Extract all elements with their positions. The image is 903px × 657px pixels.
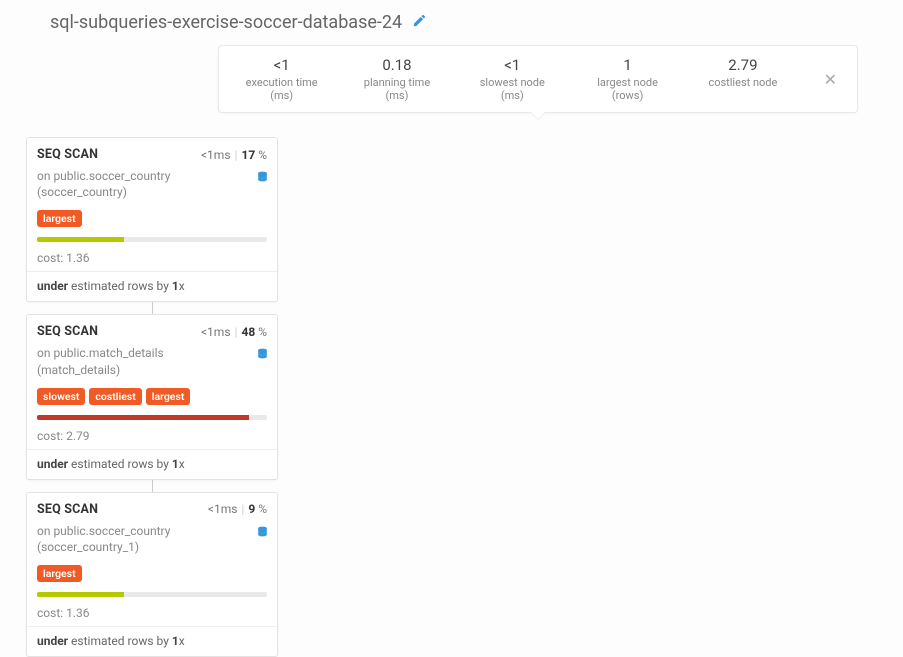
page-title: sql-subqueries-exercise-soccer-database-…	[50, 12, 402, 33]
cost-bar-fill	[37, 237, 124, 242]
cost-bar	[37, 237, 267, 242]
plan-node-card[interactable]: SEQ SCAN <1ms|9 % on public.soccer_country…	[26, 492, 278, 657]
node-body: on public.match_details (match_details)	[27, 343, 277, 385]
tag-largest: largest	[37, 210, 82, 227]
stats-bar: <1 execution time (ms) 0.18 planning tim…	[218, 45, 858, 113]
node-tags: largest	[27, 208, 277, 235]
node-title: SEQ SCAN	[37, 502, 98, 517]
title-row: sql-subqueries-exercise-soccer-database-…	[50, 12, 883, 33]
node-time: <1ms|17 %	[201, 148, 267, 162]
node-connector	[152, 480, 153, 492]
node-tags: slowestcostliest largest	[27, 386, 277, 413]
cost-bar-fill	[37, 592, 124, 597]
cost-row: cost: 1.36	[27, 248, 277, 272]
node-list: SEQ SCAN <1ms|17 % on public.soccer_countr…	[0, 119, 903, 657]
node-head: SEQ SCAN <1ms|17 %	[27, 138, 277, 166]
cost-row: cost: 2.79	[27, 426, 277, 450]
plan-node-card[interactable]: SEQ SCAN <1ms|17 % on public.soccer_countr…	[26, 137, 278, 302]
stat-exec-time[interactable]: <1 execution time (ms)	[239, 56, 324, 102]
node-body: on public.soccer_country (soccer_country…	[27, 521, 277, 563]
node-body: on public.soccer_country (soccer_country…	[27, 166, 277, 208]
stat-plan-time[interactable]: 0.18 planning time (ms)	[354, 56, 439, 102]
tag-slowest: slowest	[37, 388, 85, 405]
cost-bar	[37, 592, 267, 597]
node-relation: on public.soccer_country (soccer_country…	[37, 523, 247, 555]
stat-largest-node[interactable]: 1 largest node (rows)	[585, 56, 670, 102]
tag-largest: largest	[37, 565, 82, 582]
database-icon	[256, 170, 269, 188]
node-title: SEQ SCAN	[37, 147, 98, 162]
node-head: SEQ SCAN <1ms|9 %	[27, 493, 277, 521]
tag-costliest: costliest	[89, 388, 141, 405]
cost-bar	[37, 415, 267, 420]
database-icon	[256, 347, 269, 365]
header: sql-subqueries-exercise-soccer-database-…	[0, 0, 903, 119]
estimate-row: under estimated rows by 1x	[27, 272, 277, 301]
cost-bar-fill	[37, 415, 249, 420]
database-icon	[256, 525, 269, 543]
cost-row: cost: 1.36	[27, 603, 277, 627]
node-relation: on public.soccer_country (soccer_country…	[37, 168, 247, 200]
estimate-row: under estimated rows by 1x	[27, 627, 277, 656]
node-title: SEQ SCAN	[37, 324, 98, 339]
estimate-row: under estimated rows by 1x	[27, 450, 277, 479]
close-icon[interactable]: ✕	[816, 70, 837, 89]
node-head: SEQ SCAN <1ms|48 %	[27, 315, 277, 343]
edit-icon[interactable]	[412, 13, 427, 32]
stat-slowest-node[interactable]: <1 slowest node (ms)	[470, 56, 555, 102]
node-relation: on public.match_details (match_details)	[37, 345, 247, 377]
node-tags: largest	[27, 563, 277, 590]
node-time: <1ms|9 %	[208, 502, 267, 516]
node-connector	[152, 302, 153, 314]
tag-largest: largest	[146, 388, 191, 405]
node-time: <1ms|48 %	[201, 325, 267, 339]
stat-costliest-node[interactable]: 2.79 costliest node	[700, 56, 785, 89]
plan-node-card[interactable]: SEQ SCAN <1ms|48 % on public.match_details…	[26, 314, 278, 479]
